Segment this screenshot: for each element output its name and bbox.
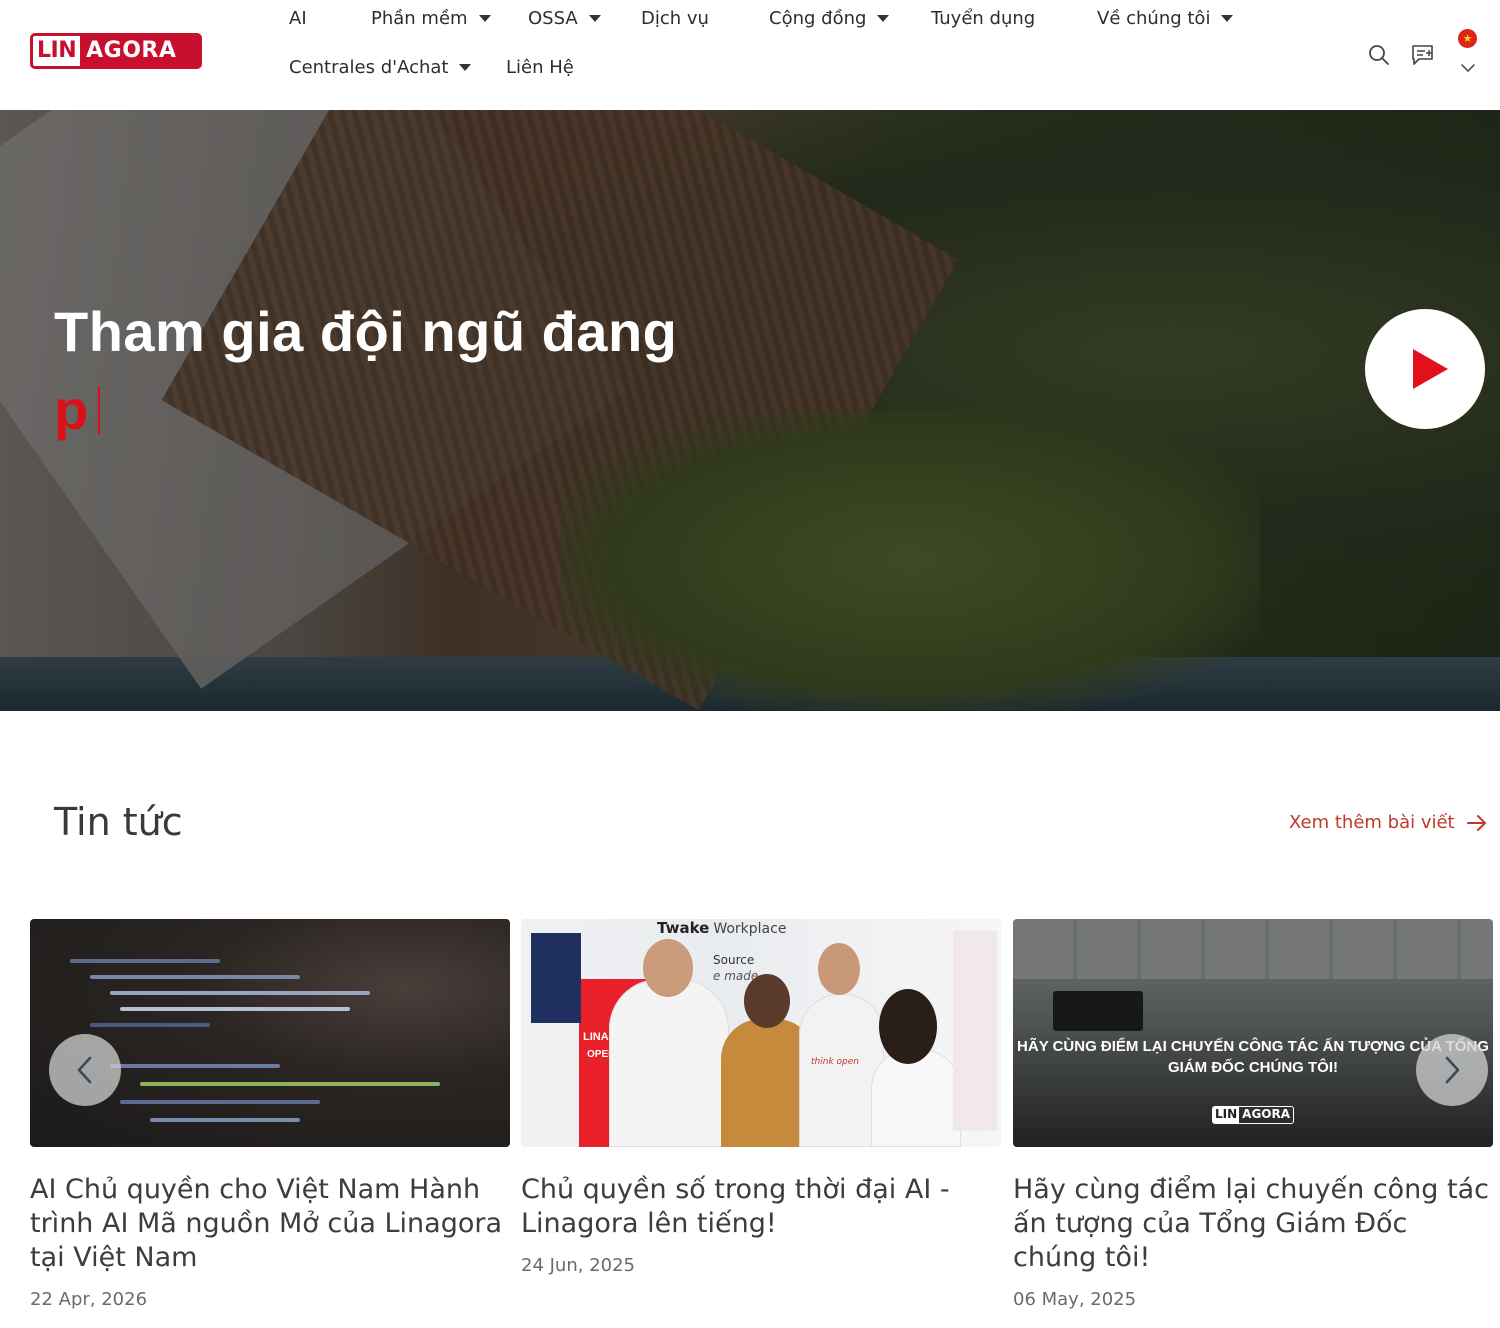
- chevron-down-icon[interactable]: [1458, 60, 1478, 76]
- caret-down-icon: [1221, 15, 1234, 22]
- news-card[interactable]: AI Chủ quyền cho Việt Nam Hành trình AI …: [30, 919, 510, 1310]
- nav-label: Centrales d'Achat: [289, 57, 449, 78]
- nav-label: Tuyển dụng: [931, 8, 1036, 29]
- linagora-logo[interactable]: LIN AGORA: [30, 33, 202, 69]
- caret-down-icon: [588, 15, 601, 22]
- person-2-head: [744, 974, 790, 1028]
- hero-shade: [0, 110, 1500, 711]
- person-1-shape: [609, 979, 729, 1147]
- person-1-head: [643, 939, 693, 997]
- news-card-image-code[interactable]: [30, 919, 510, 1147]
- search-icon[interactable]: [1366, 42, 1392, 68]
- nav-label: Liên Hệ: [506, 57, 574, 78]
- hero-title: Tham gia đội ngũ đang: [54, 300, 678, 363]
- news-card[interactable]: HÃY CÙNG ĐIỂM LẠI CHUYẾN CÔNG TÁC ẤN TƯỢ…: [1013, 919, 1493, 1310]
- nav-item-ai[interactable]: AI: [289, 8, 307, 29]
- hero-typed-text: p: [54, 378, 101, 442]
- logo-part-lin: LIN: [33, 36, 81, 66]
- hero-banner: Tham gia đội ngũ đang p: [0, 110, 1500, 711]
- logo-part-agora: AGORA: [86, 38, 177, 63]
- news-card-image-team[interactable]: LINAG OPEN Twake Workplace Th Source we …: [521, 919, 1001, 1147]
- flag-star: ★: [1462, 32, 1473, 45]
- sign-line1b: Source: [713, 953, 755, 967]
- right-standee-shape: [953, 931, 997, 1131]
- twake-workplace-sign: Twake Workplace: [657, 919, 786, 937]
- person-4-head: [879, 989, 937, 1064]
- twake-brand: Twake: [657, 919, 710, 937]
- news-card-title[interactable]: AI Chủ quyền cho Việt Nam Hành trình AI …: [30, 1173, 510, 1275]
- nav-item-ossa[interactable]: OSSA: [528, 8, 601, 29]
- nav-label: OSSA: [528, 8, 578, 29]
- mini-logo-agora: AGORA: [1242, 1107, 1291, 1121]
- nav-item-centrales-dachat[interactable]: Centrales d'Achat: [289, 57, 472, 78]
- more-posts-link[interactable]: Xem thêm bài viết: [1289, 812, 1487, 833]
- person-4-shape: [871, 1049, 961, 1147]
- left-poster-shape: [531, 933, 581, 1023]
- more-posts-label: Xem thêm bài viết: [1289, 812, 1455, 833]
- hero-typed-word: p: [54, 378, 89, 441]
- play-video-button[interactable]: [1365, 309, 1485, 429]
- chevron-right-icon: [1445, 1056, 1460, 1084]
- nav-item-phan-mem[interactable]: Phần mềm: [371, 8, 491, 29]
- twake-brand2: Workplace: [713, 921, 787, 937]
- person-3-head: [818, 943, 860, 995]
- play-icon: [1412, 349, 1448, 389]
- nav-label: Dịch vụ: [641, 8, 709, 29]
- site-header: LIN AGORA AI Phần mềm OSSA Dịch vụ Cộng …: [0, 0, 1500, 110]
- nav-item-ve-chung-toi[interactable]: Về chúng tôi: [1097, 8, 1234, 29]
- office-image-logo: LIN AGORA: [1212, 1106, 1295, 1124]
- caret-down-icon: [478, 15, 491, 22]
- mini-logo-lin: LIN: [1213, 1107, 1240, 1123]
- caret-down-icon: [877, 15, 890, 22]
- news-card-date: 22 Apr, 2026: [30, 1289, 148, 1310]
- news-card-title[interactable]: Hãy cùng điểm lại chuyến công tác ấn tượ…: [1013, 1173, 1493, 1275]
- nav-item-tuyen-dung[interactable]: Tuyển dụng: [931, 8, 1035, 29]
- nav-item-dich-vu[interactable]: Dịch vụ: [641, 8, 709, 29]
- news-card-date: 06 May, 2025: [1013, 1289, 1137, 1310]
- chat-add-icon[interactable]: [1409, 41, 1437, 69]
- caret-down-icon: [459, 64, 472, 71]
- nav-item-cong-dong[interactable]: Cộng đồng: [769, 8, 890, 29]
- chevron-left-icon: [77, 1056, 92, 1084]
- news-card-title[interactable]: Chủ quyền số trong thời đại AI - Linagor…: [521, 1173, 1001, 1241]
- news-card-image-office[interactable]: HÃY CÙNG ĐIỂM LẠI CHUYẾN CÔNG TÁC ẤN TƯỢ…: [1013, 919, 1493, 1147]
- typing-cursor: [98, 386, 101, 434]
- nav-label: Phần mềm: [371, 8, 468, 29]
- shirt-text: think open: [811, 1057, 859, 1067]
- vietnam-flag-icon[interactable]: ★: [1458, 29, 1477, 48]
- nav-label: AI: [289, 8, 307, 29]
- nav-label: Về chúng tôi: [1097, 8, 1211, 29]
- news-section-title: Tin tức: [54, 800, 183, 844]
- news-card-date: 24 Jun, 2025: [521, 1255, 636, 1276]
- arrow-right-icon: [1466, 814, 1487, 832]
- news-card[interactable]: LINAG OPEN Twake Workplace Th Source we …: [521, 919, 1001, 1276]
- slider-prev-button[interactable]: [49, 1034, 121, 1106]
- slider-next-button[interactable]: [1416, 1034, 1488, 1106]
- nav-item-lien-he[interactable]: Liên Hệ: [506, 57, 574, 78]
- nav-label: Cộng đồng: [769, 8, 867, 29]
